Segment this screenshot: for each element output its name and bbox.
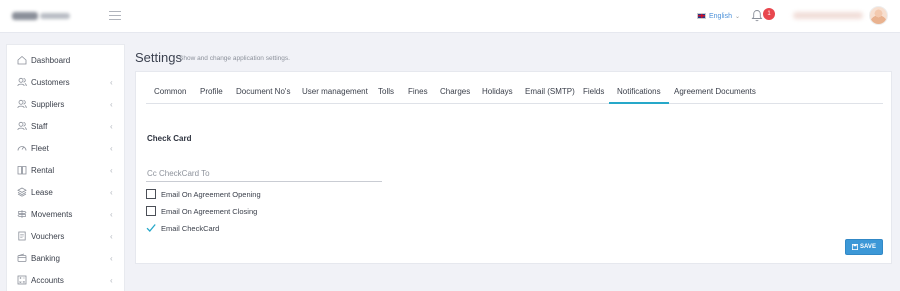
checkbox-box[interactable] [146, 206, 156, 216]
checkbox-label: Email On Agreement Closing [161, 206, 258, 216]
chevron-left-icon: ‹ [110, 209, 113, 219]
floppy-disk-icon [852, 244, 859, 250]
wallet-icon [17, 253, 27, 262]
sidebar-item-label: Rental [31, 165, 55, 175]
page-subtitle: Show and change application settings. [179, 55, 290, 62]
tab-charges[interactable]: Charges [440, 81, 470, 104]
sidebar-item-rental[interactable]: Rental ‹ [7, 160, 126, 180]
sidebar-item-movements[interactable]: Movements ‹ [7, 204, 126, 224]
signpost-icon [17, 210, 27, 218]
checkbox-label: Email CheckCard [161, 223, 220, 233]
settings-tabs: Common Profile Document No's User managemen… [146, 81, 883, 104]
sidebar-item-label: Dashboard [31, 55, 71, 65]
chevron-left-icon: ‹ [110, 99, 113, 109]
chevron-left-icon: ‹ [110, 253, 113, 263]
users-icon [17, 77, 27, 87]
chevron-down-icon: ⌄ [734, 13, 740, 20]
tab-holidays[interactable]: Holidays [482, 81, 513, 104]
tab-tolls[interactable]: Tolls [378, 81, 394, 104]
speedometer-icon [17, 146, 27, 151]
chevron-left-icon: ‹ [110, 231, 113, 241]
sidebar-item-vouchers[interactable]: Vouchers ‹ [7, 226, 126, 246]
language-selector[interactable]: English ⌄ [697, 10, 740, 22]
bell-icon[interactable] [751, 9, 763, 22]
calculator-icon [17, 275, 27, 285]
chevron-left-icon: ‹ [110, 187, 113, 197]
notification-badge: 1 [763, 8, 775, 20]
save-button[interactable]: SAVE [845, 239, 883, 255]
tab-email-smtp[interactable]: Email (SMTP) [525, 81, 575, 104]
sidebar-item-lease[interactable]: Lease ‹ [7, 182, 126, 202]
users-icon [17, 121, 27, 131]
home-icon [17, 55, 27, 65]
sidebar-item-accounts[interactable]: Accounts ‹ [7, 270, 126, 290]
logo[interactable] [12, 9, 72, 23]
menu-toggle-icon[interactable] [109, 11, 121, 21]
page-title: Settings [135, 50, 182, 65]
sidebar-item-staff[interactable]: Staff ‹ [7, 116, 126, 136]
document-icon [18, 231, 26, 241]
layers-icon [17, 187, 27, 197]
language-label: English [709, 12, 732, 20]
avatar[interactable] [869, 6, 888, 25]
chevron-left-icon: ‹ [110, 275, 113, 285]
chevron-left-icon: ‹ [110, 77, 113, 87]
checkbox-email-agreement-closing[interactable]: Email On Agreement Closing [146, 205, 257, 217]
sidebar-item-label: Fleet [31, 143, 49, 153]
flag-uk-icon [697, 13, 706, 19]
checkmark-icon[interactable] [146, 223, 156, 233]
top-bar: English ⌄ 1 [0, 0, 900, 33]
tab-common[interactable]: Common [154, 81, 186, 104]
sidebar-item-dashboard[interactable]: Dashboard [7, 50, 126, 70]
sidebar-item-label: Staff [31, 121, 48, 131]
chevron-left-icon: ‹ [110, 165, 113, 175]
tab-profile[interactable]: Profile [200, 81, 223, 104]
tab-user-management[interactable]: User management [302, 81, 368, 104]
sidebar-item-label: Lease [31, 187, 53, 197]
save-label: SAVE [860, 244, 876, 250]
chevron-left-icon: ‹ [110, 121, 113, 131]
checkbox-box[interactable] [146, 189, 156, 199]
tab-fines[interactable]: Fines [408, 81, 428, 104]
user-name[interactable] [793, 12, 863, 19]
tab-notifications[interactable]: Notifications [609, 81, 669, 104]
book-icon [17, 166, 27, 175]
tab-fields[interactable]: Fields [583, 81, 604, 104]
users-icon [17, 99, 27, 109]
section-title: Check Card [147, 134, 192, 143]
sidebar-item-fleet[interactable]: Fleet ‹ [7, 138, 126, 158]
chevron-left-icon: ‹ [110, 143, 113, 153]
settings-card: Common Profile Document No's User managemen… [135, 71, 892, 264]
sidebar-item-customers[interactable]: Customers ‹ [7, 72, 126, 92]
sidebar: Dashboard Customers ‹ Suppliers ‹ Staff ‹ Fleet… [6, 44, 125, 291]
sidebar-item-suppliers[interactable]: Suppliers ‹ [7, 94, 126, 114]
sidebar-item-label: Vouchers [31, 231, 65, 241]
sidebar-item-label: Movements [31, 209, 73, 219]
tab-document-no-s[interactable]: Document No's [236, 81, 290, 104]
sidebar-item-label: Accounts [31, 275, 64, 285]
sidebar-item-label: Suppliers [31, 99, 65, 109]
tab-agreement-documents[interactable]: Agreement Documents [674, 81, 756, 104]
checkbox-label: Email On Agreement Opening [161, 189, 261, 199]
checkbox-email-checkcard[interactable]: Email CheckCard [146, 222, 219, 234]
checkbox-email-agreement-opening[interactable]: Email On Agreement Opening [146, 188, 261, 200]
sidebar-item-banking[interactable]: Banking ‹ [7, 248, 126, 268]
sidebar-item-label: Banking [31, 253, 60, 263]
cc-checkcard-input[interactable] [146, 166, 382, 182]
sidebar-item-label: Customers [31, 77, 70, 87]
